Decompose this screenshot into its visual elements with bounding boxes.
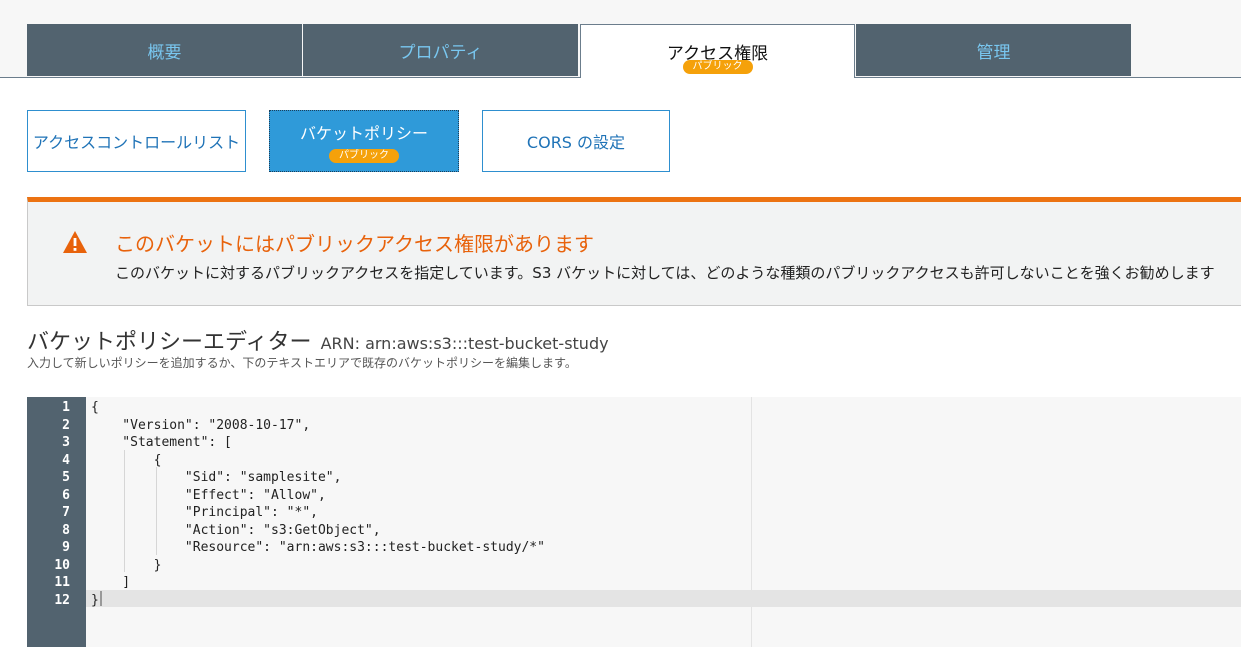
tab-properties[interactable]: プロパティ xyxy=(303,24,578,76)
policy-code-editor[interactable]: 1 2 3 4 5 6 7 8 9 10 11 12 { "Version": "2008-10-17… xyxy=(27,397,1241,647)
tab-properties-label: プロパティ xyxy=(398,42,483,63)
line-number: 9 xyxy=(62,540,70,555)
line-number: 4 xyxy=(62,452,70,468)
line-number: 7 xyxy=(62,505,70,520)
code-line: "Resource": "arn:aws:s3:::test-bucket-st… xyxy=(91,540,545,555)
line-number: 1 xyxy=(62,400,70,415)
bucket-policy-button[interactable]: バケットポリシー パブリック xyxy=(269,110,459,172)
warning-text: このバケットに対するパブリックアクセスを指定しています。S3 バケットに対しては… xyxy=(115,264,1215,282)
cors-button[interactable]: CORS の設定 xyxy=(482,110,670,172)
code-line: "Effect": "Allow", xyxy=(91,487,326,503)
line-number: 8 xyxy=(62,522,70,538)
bucket-policy-button-label: バケットポリシー xyxy=(299,123,428,143)
code-line: } xyxy=(91,557,162,573)
code-line: "Action": "s3:GetObject", xyxy=(91,522,381,538)
print-margin xyxy=(751,397,752,647)
line-number: 6 xyxy=(62,487,70,503)
line-number-gutter: 1 2 3 4 5 6 7 8 9 10 11 12 xyxy=(27,397,86,647)
warning-triangle-icon xyxy=(63,231,87,253)
line-number: 11 xyxy=(54,575,70,590)
tab-management-label: 管理 xyxy=(976,42,1011,63)
line-number: 10 xyxy=(54,557,70,573)
bucket-arn: ARN: arn:aws:s3:::test-bucket-study xyxy=(320,334,609,353)
warning-title: このバケットにはパブリックアクセス権限があります xyxy=(115,232,594,256)
code-line: "Sid": "samplesite", xyxy=(91,470,342,485)
editor-subtitle: 入力して新しいポリシーを追加するか、下のテキストエリアで既存のバケットポリシーを… xyxy=(27,356,577,370)
line-number: 3 xyxy=(62,435,70,450)
public-badge: パブリック xyxy=(329,148,399,163)
code-line: "Principal": "*", xyxy=(91,505,318,520)
acl-button[interactable]: アクセスコントロールリスト xyxy=(27,110,246,172)
text-cursor xyxy=(100,591,102,606)
tab-management[interactable]: 管理 xyxy=(856,24,1131,76)
acl-button-label: アクセスコントロールリスト xyxy=(32,133,241,152)
tab-permissions[interactable]: アクセス権限 パブリック xyxy=(580,24,855,78)
tab-overview[interactable]: 概要 xyxy=(27,24,302,76)
public-badge: パブリック xyxy=(682,60,753,74)
code-line: "Statement": [ xyxy=(91,435,232,450)
code-line: } xyxy=(91,592,99,608)
tab-overview-label: 概要 xyxy=(147,42,182,63)
code-text-area[interactable]: { "Version": "2008-10-17", "Statement": … xyxy=(86,397,1241,647)
line-number: 5 xyxy=(62,470,70,485)
public-access-warning: このバケットにはパブリックアクセス権限があります このバケットに対するパブリック… xyxy=(27,197,1241,306)
cors-button-label: CORS の設定 xyxy=(526,133,626,152)
code-line: { xyxy=(91,400,99,415)
code-line: "Version": "2008-10-17", xyxy=(91,417,311,433)
active-line-highlight xyxy=(86,589,1241,607)
editor-title: バケットポリシーエディター xyxy=(27,330,312,355)
code-line: ] xyxy=(91,575,131,590)
line-number: 2 xyxy=(62,417,70,433)
line-number: 12 xyxy=(54,592,70,608)
code-line: { xyxy=(91,452,162,468)
editor-heading: バケットポリシーエディター ARN: arn:aws:s3:::test-buc… xyxy=(27,324,609,356)
